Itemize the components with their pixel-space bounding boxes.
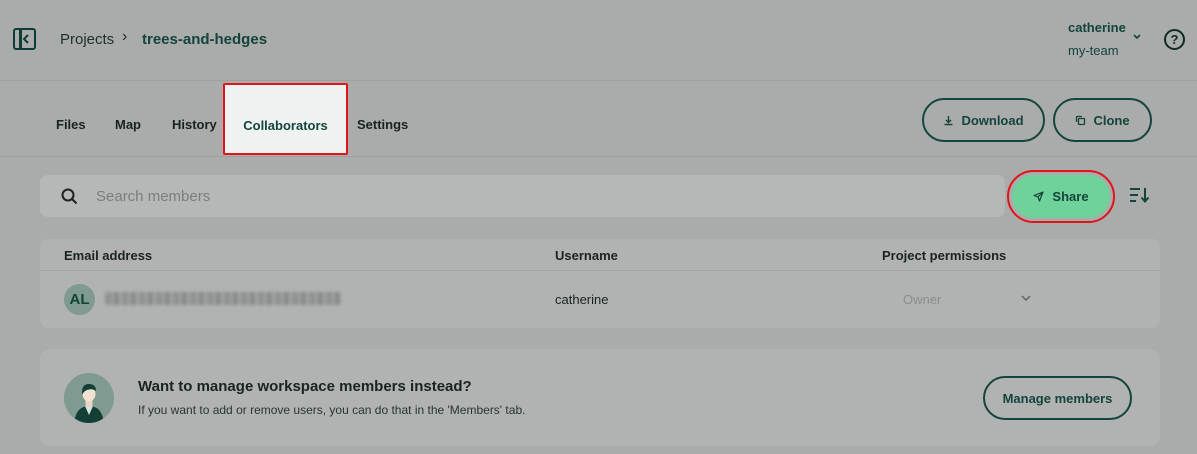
tab-collaborators[interactable]: Collaborators (223, 83, 348, 155)
download-icon (944, 115, 953, 125)
breadcrumb-separator-icon: › (122, 28, 128, 45)
sort-icon[interactable] (1129, 186, 1150, 204)
tab-map[interactable]: Map (115, 117, 141, 132)
project-tabs: Files Map History Collaborators Settings… (0, 82, 1197, 157)
person-illustration-icon (64, 373, 114, 423)
share-button[interactable]: Share (1007, 170, 1115, 223)
share-label: Share (1052, 189, 1089, 204)
top-bar: Projects › trees-and-hedges catherine my… (0, 0, 1197, 81)
redacted-email (105, 292, 341, 305)
manage-members-button[interactable]: Manage members (983, 376, 1132, 420)
search-icon (61, 188, 78, 205)
tab-history[interactable]: History (172, 117, 217, 132)
table-header: Email address Username Project permissio… (40, 239, 1160, 271)
tab-settings[interactable]: Settings (357, 117, 408, 132)
sidebar-toggle-icon[interactable] (13, 28, 36, 50)
column-email: Email address (64, 248, 153, 263)
download-button[interactable]: Download (922, 98, 1045, 142)
search-input[interactable] (96, 175, 976, 217)
card-description: If you want to add or remove users, you … (138, 403, 526, 417)
avatar: AL (64, 284, 95, 315)
chevron-down-icon[interactable] (1132, 33, 1142, 41)
permission-select[interactable]: Owner (903, 292, 941, 307)
members-table: Email address Username Project permissio… (40, 239, 1160, 328)
clone-button[interactable]: Clone (1053, 98, 1152, 142)
help-icon[interactable]: ? (1164, 29, 1185, 50)
team-name[interactable]: my-team (1068, 43, 1119, 58)
tab-collaborators-label: Collaborators (243, 118, 328, 133)
manage-members-card: Want to manage workspace members instead… (40, 349, 1160, 446)
copy-icon (1076, 115, 1086, 125)
user-name[interactable]: catherine (1068, 20, 1126, 35)
column-username: Username (555, 248, 618, 263)
search-bar (40, 175, 1005, 217)
row-username: catherine (555, 292, 609, 307)
clone-label: Clone (1093, 112, 1130, 128)
column-permissions: Project permissions (882, 248, 1007, 263)
share-button-inner[interactable]: Share (1012, 175, 1110, 218)
breadcrumb-current-project: trees-and-hedges (142, 31, 268, 48)
chevron-down-icon[interactable] (1020, 294, 1032, 302)
breadcrumb-projects[interactable]: Projects (60, 31, 114, 48)
download-label: Download (961, 112, 1024, 128)
tab-files[interactable]: Files (56, 117, 86, 132)
send-icon (1033, 191, 1045, 202)
card-title: Want to manage workspace members instead… (138, 378, 472, 395)
